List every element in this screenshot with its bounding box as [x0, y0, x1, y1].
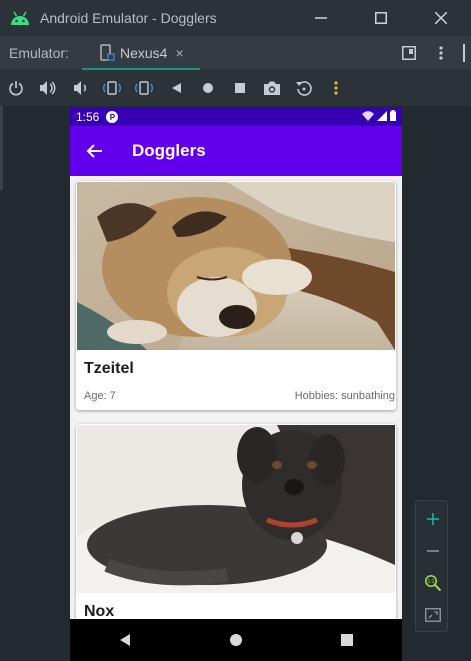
android-nav-bar — [70, 619, 402, 661]
phone-screen[interactable]: 1:56 P Dogglers Tzeitel Age: 7 Hobbies: … — [70, 108, 402, 661]
volume-down-button[interactable] — [64, 70, 96, 106]
camera-icon — [264, 81, 280, 95]
app-bar: Dogglers — [70, 126, 402, 176]
power-icon — [9, 81, 23, 96]
rotate-left-icon — [103, 81, 121, 95]
minimize-button[interactable] — [291, 0, 351, 36]
side-strip — [0, 106, 3, 190]
vertical-bar-icon — [463, 44, 465, 62]
nav-back-icon — [120, 634, 131, 646]
tab-nexus4[interactable]: Nexus4 × — [82, 36, 200, 71]
dog-photo — [77, 425, 395, 593]
arrow-back-icon — [86, 144, 102, 158]
minimize-icon — [315, 17, 327, 19]
wifi-icon — [362, 110, 374, 121]
replay-button[interactable] — [288, 70, 320, 106]
maximize-button[interactable] — [351, 0, 411, 36]
dog-card[interactable]: Tzeitel Age: 7 Hobbies: sunbathing — [76, 181, 396, 410]
home-circle-icon — [203, 83, 213, 93]
dog-photo — [77, 182, 395, 350]
emulator-tabbar: Emulator: Nexus4 × — [0, 36, 471, 71]
layout-icon — [402, 46, 416, 60]
signal-icon — [377, 110, 387, 121]
replay-icon — [296, 81, 312, 96]
dog-age: Age: 7 — [84, 390, 116, 402]
tab-more-button[interactable] — [425, 36, 457, 70]
dog-name: Tzeitel — [84, 360, 134, 377]
power-button[interactable] — [0, 70, 32, 106]
fit-screen-icon — [424, 608, 441, 622]
emulator-toolbar — [0, 70, 471, 106]
tab-close-icon[interactable]: × — [175, 45, 183, 61]
app-title: Dogglers — [132, 141, 206, 160]
more-vertical-icon — [439, 46, 443, 60]
zoom-out-button[interactable] — [416, 535, 449, 567]
overview-button[interactable] — [224, 70, 256, 106]
system-icons — [362, 110, 396, 121]
close-icon — [435, 12, 447, 24]
notification-icon: P — [106, 111, 119, 123]
zoom-panel: 1:1 — [415, 500, 448, 632]
device-icon — [99, 44, 115, 62]
more-icon — [334, 81, 338, 95]
emulator-label: Emulator: — [9, 44, 69, 61]
nav-overview-button[interactable] — [327, 619, 367, 661]
rotate-right-button[interactable] — [128, 70, 160, 106]
nav-home-button[interactable] — [216, 619, 256, 661]
rotate-left-button[interactable] — [96, 70, 128, 106]
magnifier-icon: 1:1 — [424, 575, 441, 592]
window-title: Android Emulator - Dogglers — [40, 10, 217, 26]
plus-icon — [426, 513, 439, 525]
tab-label: Nexus4 — [120, 45, 168, 61]
fit-screen-button[interactable] — [416, 599, 449, 631]
nav-home-icon — [229, 634, 242, 646]
back-button[interactable] — [160, 70, 192, 106]
rotate-right-icon — [135, 81, 153, 95]
status-time: 1:56 — [76, 110, 100, 124]
maximize-icon — [375, 12, 387, 24]
svg-text:1:1: 1:1 — [427, 579, 434, 585]
minus-icon — [426, 550, 439, 552]
status-bar: 1:56 P — [70, 108, 402, 126]
volume-up-icon — [40, 81, 56, 95]
home-button[interactable] — [192, 70, 224, 106]
battery-icon — [390, 110, 396, 121]
app-back-button[interactable] — [86, 142, 104, 160]
volume-down-icon — [74, 81, 87, 95]
android-robot-icon — [9, 10, 31, 26]
tab-scroll-handle[interactable] — [457, 36, 471, 70]
more-options-button[interactable] — [320, 70, 352, 106]
zoom-in-button[interactable] — [416, 503, 449, 535]
close-window-button[interactable] — [411, 0, 471, 36]
volume-up-button[interactable] — [32, 70, 64, 106]
nav-overview-icon — [340, 634, 353, 646]
layout-toggle-button[interactable] — [393, 36, 425, 70]
dog-hobbies: Hobbies: sunbathing — [294, 390, 395, 402]
window-titlebar: Android Emulator - Dogglers — [0, 0, 471, 36]
nav-back-button[interactable] — [105, 619, 145, 661]
overview-square-icon — [235, 83, 245, 93]
screenshot-button[interactable] — [256, 70, 288, 106]
zoom-fit-button[interactable]: 1:1 — [416, 567, 449, 599]
back-triangle-icon — [172, 83, 181, 93]
